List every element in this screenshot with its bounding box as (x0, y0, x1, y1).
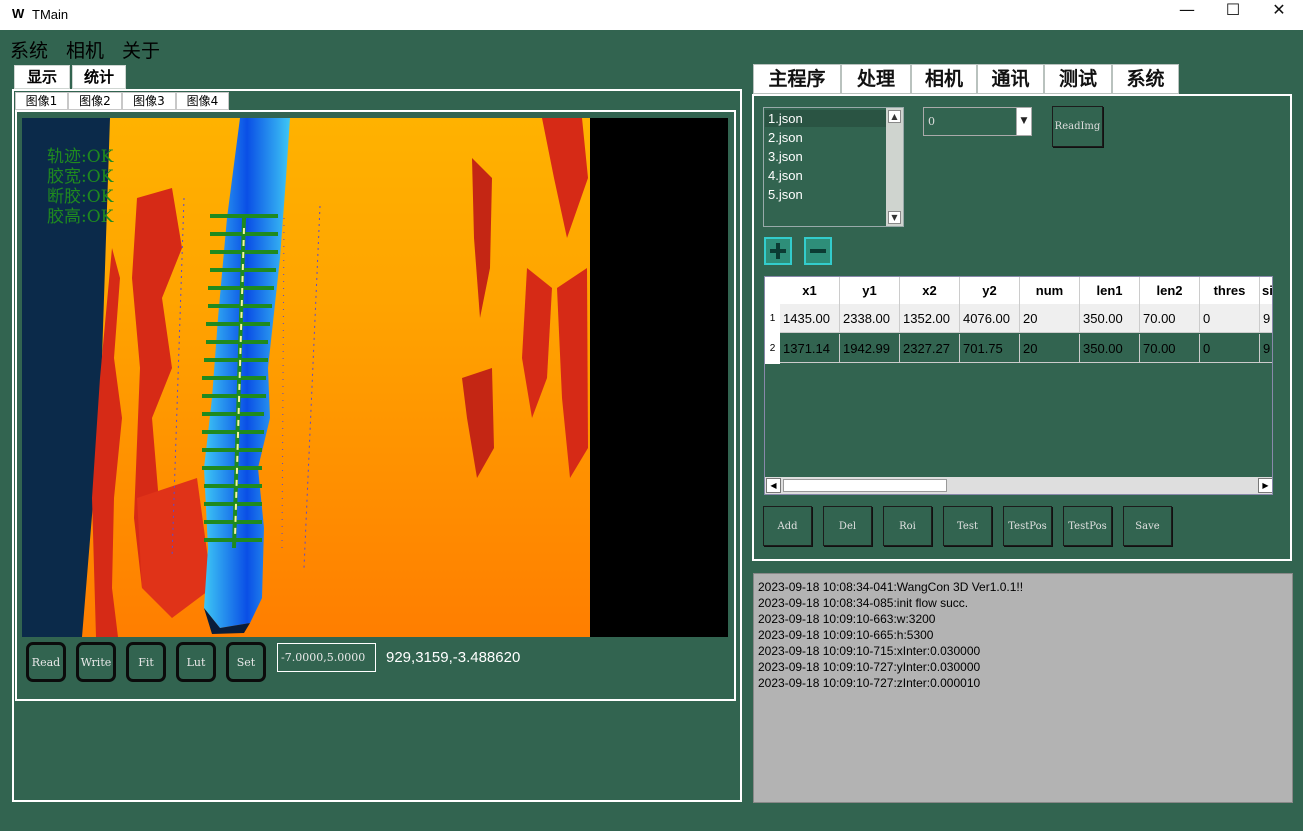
tab-image-1[interactable]: 图像1 (15, 92, 68, 110)
add-file-button[interactable] (764, 237, 792, 265)
depth-heatmap-image (22, 118, 728, 637)
list-item[interactable]: 4.json (768, 168, 803, 183)
column-header[interactable]: len1 (1080, 277, 1140, 304)
column-header[interactable]: x2 (900, 277, 960, 304)
tab-test[interactable]: 测试 (1044, 64, 1112, 94)
tab-display[interactable]: 显示 (14, 65, 70, 89)
column-header[interactable]: len2 (1140, 277, 1200, 304)
log-output[interactable]: 2023-09-18 10:08:34-041:WangCon 3D Ver1.… (753, 573, 1293, 803)
table-cell[interactable]: 70.00 (1140, 304, 1200, 333)
tab-system[interactable]: 系统 (1112, 64, 1179, 94)
table-cell[interactable]: 9 (1260, 304, 1272, 333)
table-corner (765, 277, 780, 304)
row-header[interactable]: 2 (765, 334, 780, 364)
table-horizontal-scrollbar[interactable]: ◀ ▶ (765, 477, 1272, 494)
maximize-button[interactable]: ☐ (1210, 0, 1256, 30)
menu-camera[interactable]: 相机 (66, 36, 104, 63)
read-image-button[interactable]: ReadImg (1052, 106, 1103, 147)
log-line: 2023-09-18 10:08:34-085:init flow succ. (758, 596, 969, 610)
tab-statistics[interactable]: 统计 (72, 65, 126, 89)
table-cell[interactable]: 70.00 (1140, 334, 1200, 363)
log-line: 2023-09-18 10:08:34-041:WangCon 3D Ver1.… (758, 580, 1024, 594)
test-button[interactable]: Test (943, 506, 992, 546)
row-header[interactable]: 1 (765, 304, 780, 334)
column-header[interactable]: thres (1200, 277, 1260, 304)
scroll-left-icon[interactable]: ◀ (766, 478, 781, 493)
test-pos-button[interactable]: TestPos (1003, 506, 1052, 546)
chevron-down-icon[interactable]: ▼ (1016, 108, 1031, 135)
tab-camera[interactable]: 相机 (911, 64, 977, 94)
column-header[interactable]: y1 (840, 277, 900, 304)
write-button[interactable]: Write (76, 642, 116, 682)
lut-button[interactable]: Lut (176, 642, 216, 682)
column-header[interactable]: x1 (780, 277, 840, 304)
parameter-table[interactable]: x1 y1 x2 y2 num len1 len2 thres si 1 143… (764, 276, 1273, 495)
tab-image-2[interactable]: 图像2 (68, 92, 122, 110)
table-cell[interactable]: 2327.27 (900, 334, 960, 363)
log-line: 2023-09-18 10:09:10-715:xInter:0.030000 (758, 644, 981, 658)
title-bar: W TMain — ☐ ✕ (0, 0, 1303, 30)
table-cell[interactable]: 2338.00 (840, 304, 900, 333)
column-header[interactable]: y2 (960, 277, 1020, 304)
scroll-up-icon[interactable]: ▲ (888, 110, 901, 123)
list-item[interactable]: 2.json (768, 130, 803, 145)
save-button[interactable]: Save (1123, 506, 1172, 546)
read-button[interactable]: Read (26, 642, 66, 682)
table-cell[interactable]: 350.00 (1080, 334, 1140, 363)
log-line: 2023-09-18 10:09:10-665:h:5300 (758, 628, 934, 642)
add-button[interactable]: Add (763, 506, 812, 546)
tab-image-4[interactable]: 图像4 (176, 92, 229, 110)
status-height: 胶高:OK (47, 207, 114, 227)
menu-system[interactable]: 系统 (10, 36, 48, 63)
table-cell[interactable]: 9 (1260, 334, 1272, 363)
fit-button[interactable]: Fit (126, 642, 166, 682)
test-pos-button-2[interactable]: TestPos (1063, 506, 1112, 546)
scroll-right-icon[interactable]: ▶ (1258, 478, 1272, 493)
close-button[interactable]: ✕ (1256, 0, 1302, 30)
table-cell[interactable]: 0 (1200, 334, 1260, 363)
table-cell[interactable]: 20 (1020, 334, 1080, 363)
tab-communication[interactable]: 通讯 (977, 64, 1044, 94)
scroll-down-icon[interactable]: ▼ (888, 211, 901, 224)
range-input[interactable]: -7.0000,5.0000 (277, 643, 376, 672)
table-cell[interactable]: 1942.99 (840, 334, 900, 363)
coord-readout: 929,3159,-3.488620 (386, 649, 521, 666)
tab-image-3[interactable]: 图像3 (122, 92, 176, 110)
table-cell[interactable]: 701.75 (960, 334, 1020, 363)
table-cell[interactable]: 4076.00 (960, 304, 1020, 333)
remove-file-button[interactable] (804, 237, 832, 265)
list-item[interactable]: 1.json (768, 111, 803, 126)
app-logo: W (12, 6, 25, 21)
list-item[interactable]: 3.json (768, 149, 803, 164)
image-view[interactable]: 轨迹:OK 胶宽:OK 断胶:OK 胶高:OK (22, 118, 728, 637)
list-item[interactable]: 5.json (768, 187, 803, 202)
tab-main-program[interactable]: 主程序 (753, 64, 841, 94)
table-cell[interactable]: 350.00 (1080, 304, 1140, 333)
table-cell[interactable]: 20 (1020, 304, 1080, 333)
log-line: 2023-09-18 10:09:10-727:yInter:0.030000 (758, 660, 981, 674)
table-cell[interactable]: 0 (1200, 304, 1260, 333)
column-header[interactable]: si (1260, 277, 1272, 304)
list-scrollbar[interactable]: ▲ ▼ (886, 108, 903, 226)
log-line: 2023-09-18 10:09:10-727:zInter:0.000010 (758, 676, 981, 690)
roi-button[interactable]: Roi (883, 506, 932, 546)
table-cell[interactable]: 1352.00 (900, 304, 960, 333)
json-file-list[interactable]: 1.json 2.json 3.json 4.json 5.json ▲ ▼ (763, 107, 904, 227)
window-title: TMain (32, 7, 69, 22)
minus-icon (810, 249, 826, 253)
menu-about[interactable]: 关于 (122, 36, 160, 63)
scroll-thumb[interactable] (783, 479, 947, 492)
tab-processing[interactable]: 处理 (841, 64, 911, 94)
minimize-button[interactable]: — (1164, 0, 1210, 30)
table-cell[interactable]: 1435.00 (780, 304, 840, 333)
delete-button[interactable]: Del (823, 506, 872, 546)
column-header[interactable]: num (1020, 277, 1080, 304)
log-line: 2023-09-18 10:09:10-663:w:3200 (758, 612, 936, 626)
plus-icon (770, 243, 786, 259)
table-cell[interactable]: 1371.14 (780, 334, 840, 363)
set-button[interactable]: Set (226, 642, 266, 682)
